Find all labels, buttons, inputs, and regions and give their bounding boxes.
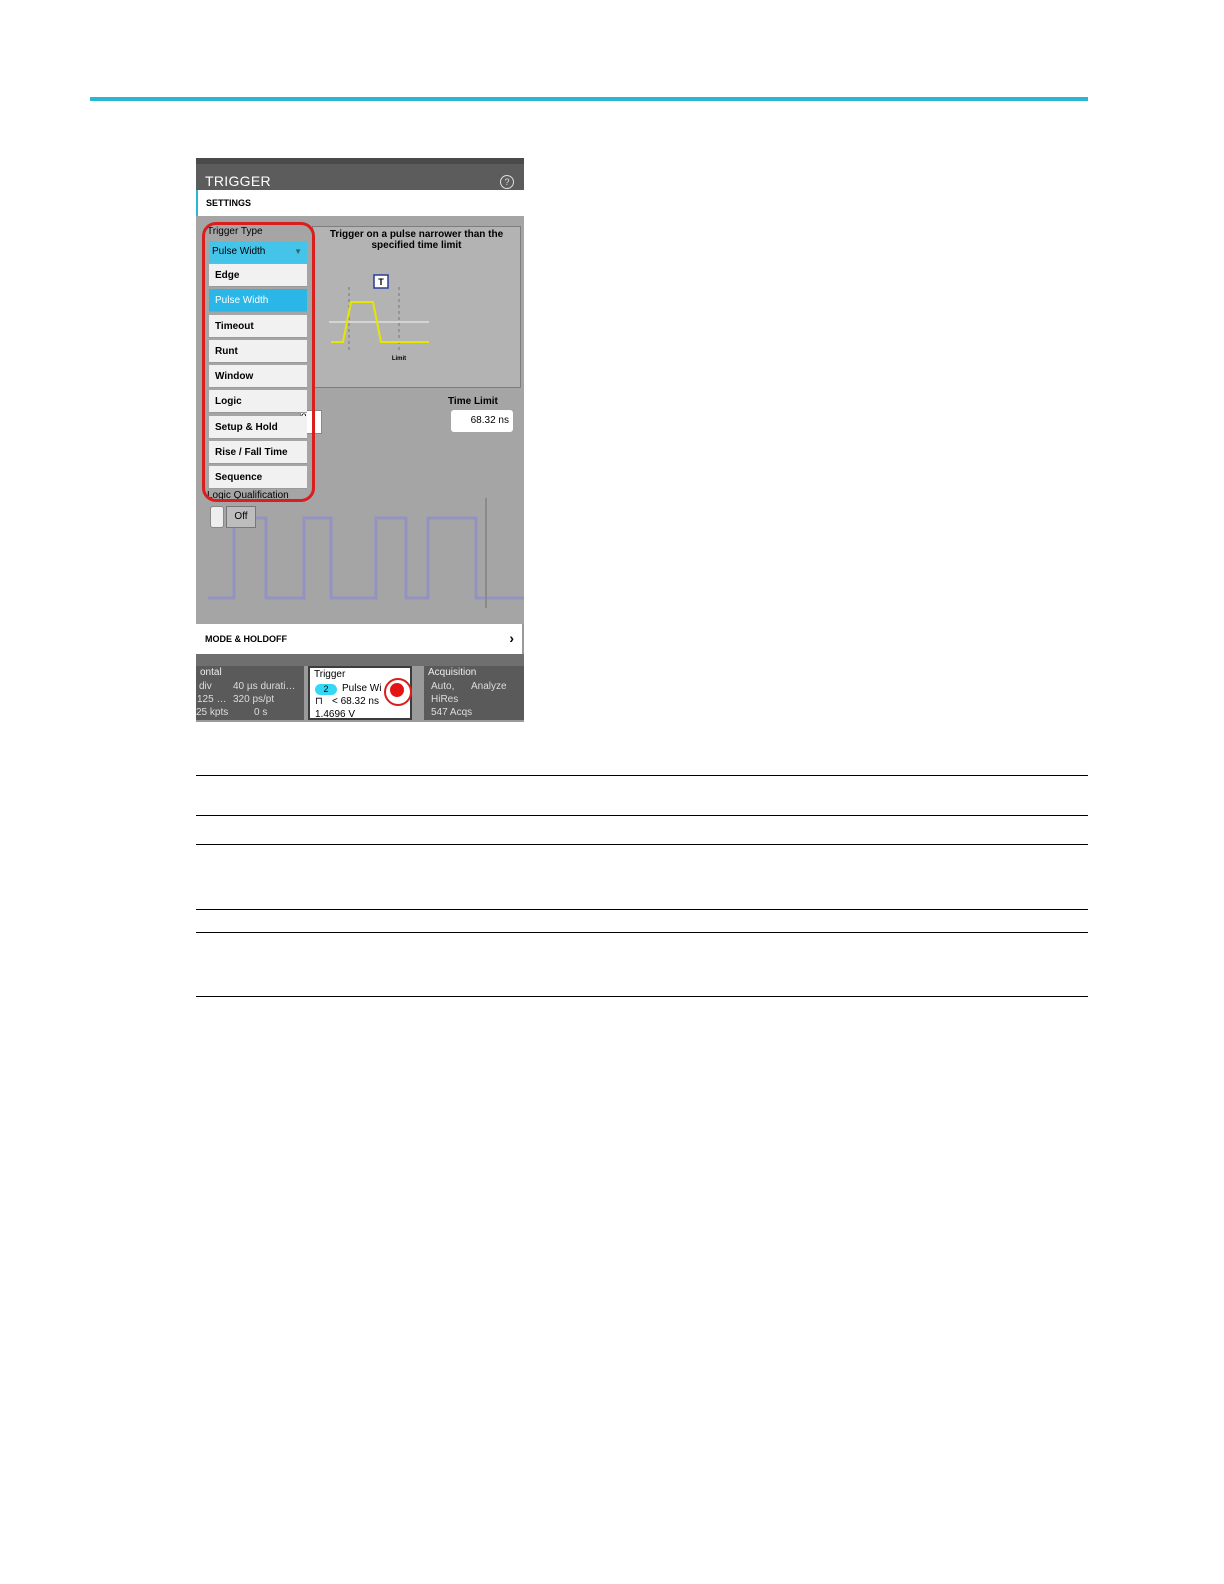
panel-title: TRIGGER — [205, 173, 271, 189]
table-rule-1 — [196, 775, 1088, 776]
logic-qualification-off-button[interactable]: Off — [226, 506, 256, 528]
mode-holdoff-label: MODE & HOLDOFF — [205, 634, 287, 644]
pulse-width-diagram: T Limit — [329, 274, 429, 362]
settings-section-header[interactable]: SETTINGS — [196, 190, 524, 216]
table-rule-4 — [196, 909, 1088, 910]
highlight-ring — [202, 222, 315, 502]
chevron-right-icon: › — [509, 630, 514, 646]
pulse-icon: ⊓ — [315, 696, 323, 707]
header-rule — [90, 97, 1088, 101]
acquisition-analyze: Analyze — [471, 681, 507, 692]
horizontal-div: div — [199, 681, 212, 692]
trigger-description-box: Trigger on a pulse narrower than the spe… — [312, 226, 521, 388]
trigger-badge-limit: < 68.32 ns — [332, 696, 379, 707]
trigger-marker-icon: T — [378, 277, 384, 287]
settings-label: SETTINGS — [206, 198, 252, 208]
trigger-screenshot: TRIGGER ? SETTINGS Trigger Type Trigger … — [196, 158, 524, 722]
horizontal-resolution: 320 ps/pt — [233, 694, 275, 705]
horizontal-sample-rate: 125 … — [197, 694, 227, 705]
time-scale-strip — [196, 654, 524, 666]
channel-pill: 2 — [315, 684, 337, 695]
table-rule-5 — [196, 932, 1088, 933]
trigger-badge-header: Trigger — [314, 669, 346, 680]
mode-holdoff-row[interactable]: MODE & HOLDOFF › — [196, 624, 522, 654]
trigger-badge-level: 1.4696 V — [315, 709, 356, 720]
panel-header: TRIGGER ? — [196, 164, 524, 190]
horizontal-delay: 0 s — [254, 707, 268, 718]
help-icon[interactable]: ? — [500, 175, 514, 189]
horizontal-badge-header: ontal — [200, 667, 222, 678]
table-rule-3 — [196, 844, 1088, 845]
time-limit-input[interactable]: 68.32 ns — [451, 410, 513, 432]
trigger-description: Trigger on a pulse narrower than the spe… — [329, 229, 504, 251]
limit-label: Limit — [392, 356, 406, 362]
table-rule-2 — [196, 815, 1088, 816]
acquisition-type: HiRes — [431, 694, 459, 705]
time-limit-label: Time Limit — [448, 396, 498, 407]
acquisition-mode: Auto, — [431, 681, 455, 692]
horizontal-duration: 40 µs durati… — [233, 681, 296, 692]
acquisition-badge[interactable]: Acquisition Auto, Analyze HiRes 547 Acqs — [424, 666, 524, 720]
touch-highlight-ring — [384, 678, 412, 706]
horizontal-record-length: 25 kpts — [196, 707, 229, 718]
acquisition-count: 547 Acqs — [431, 707, 473, 718]
trigger-badge[interactable]: Trigger 2 Pulse Wi ⊓ < 68.32 ns 1.4696 V — [308, 666, 412, 720]
acquisition-badge-header: Acquisition — [428, 667, 477, 678]
trigger-badge-type: Pulse Wi — [342, 683, 382, 694]
logic-qualification-toggle[interactable] — [210, 506, 224, 528]
table-rule-6 — [196, 996, 1088, 997]
horizontal-badge[interactable]: ontal div 40 µs durati… 125 … 320 ps/pt … — [196, 666, 304, 720]
